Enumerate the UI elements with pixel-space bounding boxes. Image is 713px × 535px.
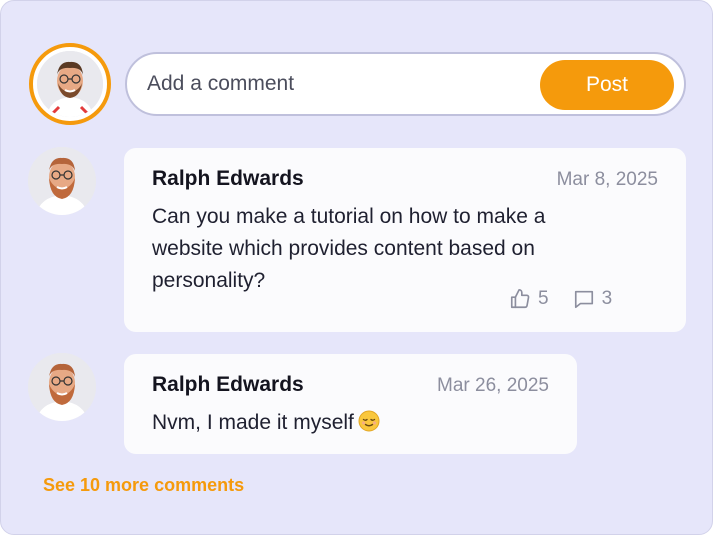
comment-text-line: Nvm, I made it myself xyxy=(152,407,622,439)
comment-author-avatar xyxy=(28,353,96,421)
comment-input[interactable] xyxy=(147,68,527,100)
like-button[interactable]: 5 xyxy=(509,288,549,310)
comment-text: Can you make a tutorial on how to make a… xyxy=(152,205,546,292)
comment-card: Ralph Edwards Mar 8, 2025 Can you make a… xyxy=(124,148,686,332)
current-user-avatar xyxy=(29,43,111,125)
relieved-face-emoji xyxy=(358,410,380,432)
avatar-photo xyxy=(37,51,103,117)
comment-date: Mar 8, 2025 xyxy=(556,169,658,190)
comment-card: Ralph Edwards Mar 26, 2025 Nvm, I made i… xyxy=(124,354,577,454)
thumbs-up-icon xyxy=(510,289,530,309)
comment-composer: Post xyxy=(125,52,686,116)
post-button[interactable]: Post xyxy=(540,60,674,110)
like-count: 5 xyxy=(538,288,549,309)
comments-panel: Post Ralph Edwards Mar 8, 2025 Can you m… xyxy=(0,0,713,535)
reply-count: 3 xyxy=(601,288,613,309)
comment-author: Ralph Edwards xyxy=(152,167,304,190)
reply-button[interactable]: 3 xyxy=(573,288,613,310)
comment-icon xyxy=(574,290,593,309)
comment-author: Ralph Edwards xyxy=(152,373,304,396)
see-more-comments-link[interactable]: See 10 more comments xyxy=(43,475,244,496)
comment-reactions: 5 3 xyxy=(509,288,636,310)
comment-author-avatar xyxy=(28,147,96,215)
comment-date: Mar 26, 2025 xyxy=(437,375,549,396)
comment-text: Nvm, I made it myself xyxy=(152,411,354,434)
